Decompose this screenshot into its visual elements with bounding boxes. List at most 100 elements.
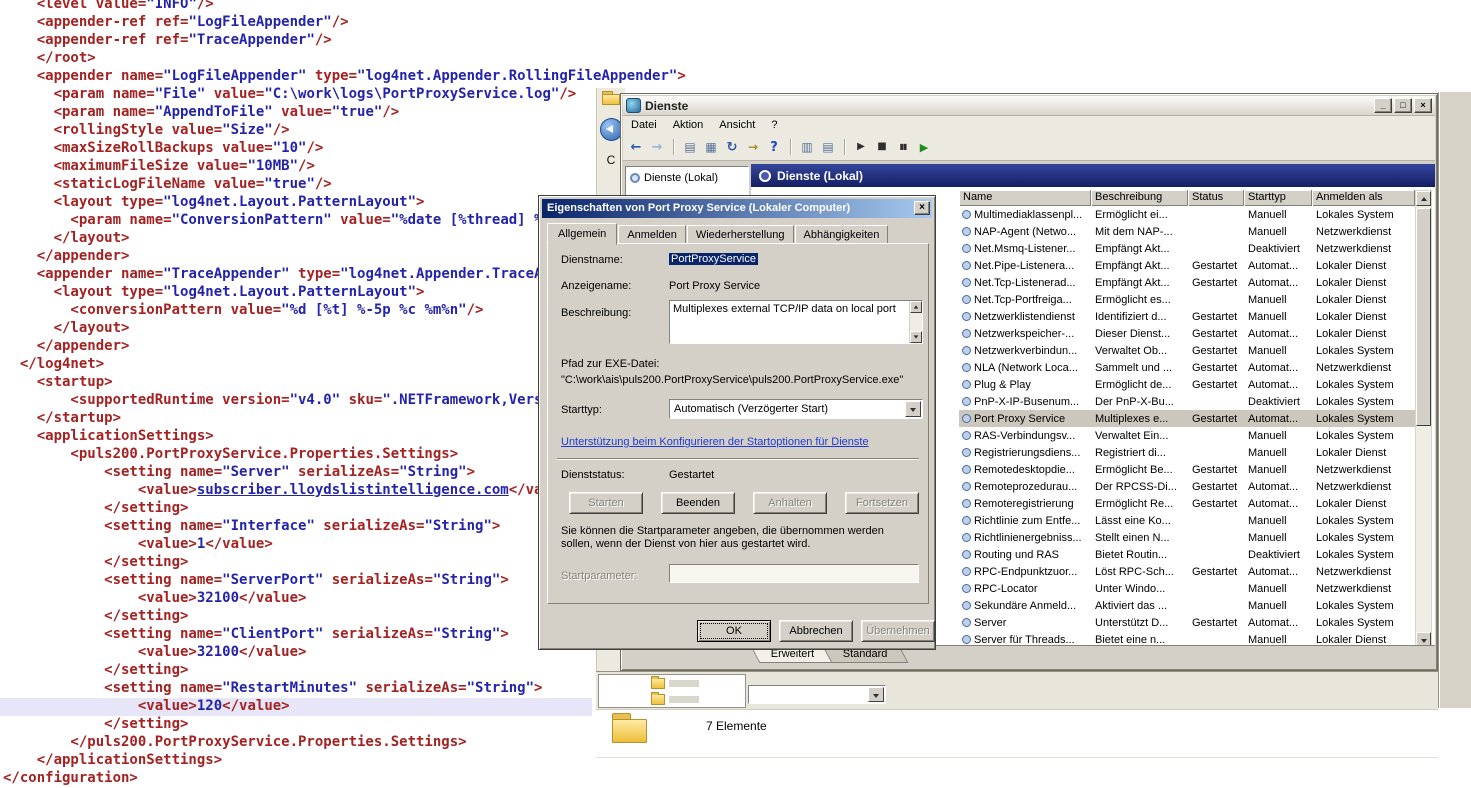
tree-node-services[interactable]: Dienste (Lokal) bbox=[630, 170, 744, 186]
dialog-tabstrip: AllgemeinAnmeldenWiederherstellungAbhäng… bbox=[547, 223, 889, 244]
service-row[interactable]: Net.Pipe-Listenera...Empfängt Akt...Gest… bbox=[959, 257, 1415, 274]
menu-item-ansicht[interactable]: Ansicht bbox=[711, 119, 763, 131]
dienstname-value[interactable]: PortProxyService bbox=[669, 253, 758, 265]
menu-item-datei[interactable]: Datei bbox=[623, 119, 665, 131]
service-button-anhalten[interactable]: Anhalten bbox=[753, 492, 827, 514]
export-list-icon[interactable]: → bbox=[746, 141, 760, 153]
service-row[interactable]: Netzwerkspeicher-...Dieser Dienst...Gest… bbox=[959, 325, 1415, 342]
service-button-starten[interactable]: Starten bbox=[569, 492, 643, 514]
dialog-tab-abhngigkeiten[interactable]: Abhängigkeiten bbox=[795, 225, 889, 244]
dialog-button-abbrechen[interactable]: Abbrechen bbox=[779, 620, 853, 642]
dropdown-button[interactable] bbox=[868, 687, 884, 702]
service-row[interactable]: Plug & PlayErmöglicht de...GestartetAuto… bbox=[959, 376, 1415, 393]
service-row[interactable]: Routing und RASBietet Routin...Deaktivie… bbox=[959, 546, 1415, 563]
restart-service-icon[interactable]: ▶ bbox=[917, 142, 931, 153]
scroll-up-button[interactable] bbox=[1416, 191, 1431, 206]
column-header-starttyp[interactable]: Starttyp bbox=[1244, 190, 1312, 206]
column-header-name[interactable]: Name bbox=[959, 190, 1091, 206]
forward-icon[interactable]: → bbox=[650, 141, 664, 154]
menu-item-?[interactable]: ? bbox=[763, 119, 785, 131]
service-row[interactable]: Sekundäre Anmeld...Aktiviert das ...Manu… bbox=[959, 597, 1415, 614]
starttyp-combobox[interactable]: Automatisch (Verzögerter Start) bbox=[669, 399, 923, 419]
scroll-down-button[interactable] bbox=[910, 331, 922, 343]
dialog-tab-allgemein[interactable]: Allgemein bbox=[547, 223, 617, 245]
service-icon bbox=[962, 550, 971, 559]
refresh-icon[interactable]: ↻ bbox=[725, 141, 739, 154]
scrollbar[interactable] bbox=[1415, 190, 1432, 648]
services-window-titlebar[interactable]: Dienste _□× bbox=[623, 96, 1435, 116]
service-row[interactable]: Remoteprozedurau...Der RPCSS-Di...Gestar… bbox=[959, 478, 1415, 495]
service-row[interactable]: NLA (Network Loca...Sammelt und ...Gesta… bbox=[959, 359, 1415, 376]
beschreibung-textarea[interactable]: Multiplexes external TCP/IP data on loca… bbox=[669, 300, 923, 344]
service-icon bbox=[962, 567, 971, 576]
code-line: <level value="INFO"/> bbox=[0, 0, 1471, 14]
help-icon[interactable]: ? bbox=[767, 141, 781, 154]
service-button-fortsetzen[interactable]: Fortsetzen bbox=[845, 492, 919, 514]
startparameter-input[interactable] bbox=[669, 564, 919, 583]
back-icon[interactable]: ← bbox=[629, 141, 643, 154]
anzeigename-value[interactable]: Port Proxy Service bbox=[669, 280, 760, 292]
service-row[interactable]: RAS-Verbindungsv...Verwaltet Ein...Manue… bbox=[959, 427, 1415, 444]
service-row[interactable]: Registrierungsdiens...Registriert di...M… bbox=[959, 444, 1415, 461]
list-view-icon[interactable]: ▥ bbox=[800, 141, 814, 153]
start-service-icon[interactable]: ▶ bbox=[854, 142, 868, 152]
service-icon bbox=[962, 414, 971, 423]
service-row[interactable]: Netzwerkverbindun...Verwaltet Ob...Gesta… bbox=[959, 342, 1415, 359]
service-row[interactable]: RemoteregistrierungErmöglicht Re...Gesta… bbox=[959, 495, 1415, 512]
service-row[interactable]: ServerUnterstützt D...GestartetAutomat..… bbox=[959, 614, 1415, 631]
service-row[interactable]: RPC-LocatorUnter Windo...ManuellNetzwerk… bbox=[959, 580, 1415, 597]
details-view-icon[interactable]: ▤ bbox=[821, 141, 835, 153]
pause-service-icon[interactable]: ▮▮ bbox=[896, 143, 910, 151]
scroll-thumb[interactable] bbox=[1416, 208, 1431, 426]
column-header-status[interactable]: Status bbox=[1188, 190, 1244, 206]
service-icon bbox=[962, 363, 971, 372]
service-row[interactable]: Richtlinienergebniss...Stellt einen N...… bbox=[959, 529, 1415, 546]
service-row[interactable]: Net.Msmq-Listener...Empfängt Akt...Deakt… bbox=[959, 240, 1415, 257]
explorer-status-area: 7 Elemente bbox=[596, 709, 1438, 758]
service-row[interactable]: Remotedesktopdie...Ermöglicht Be...Gesta… bbox=[959, 461, 1415, 478]
code-line: <appender-ref ref="LogFileAppender"/> bbox=[0, 14, 1471, 32]
service-row[interactable]: Port Proxy ServiceMultiplexes e...Gestar… bbox=[959, 410, 1415, 427]
service-row[interactable]: NetzwerklistendienstIdentifiziert d...Ge… bbox=[959, 308, 1415, 325]
filter-combobox[interactable] bbox=[748, 685, 886, 704]
folder-list-item[interactable] bbox=[599, 691, 745, 707]
service-row[interactable]: PnP-X-IP-Busenum...Der PnP-X-Bu...Deakti… bbox=[959, 393, 1415, 410]
code-line: <appender name="LogFileAppender" type="l… bbox=[0, 68, 1471, 86]
scroll-up-button[interactable] bbox=[910, 301, 922, 313]
menu-item-aktion[interactable]: Aktion bbox=[665, 119, 712, 131]
minimize-button[interactable]: _ bbox=[1374, 98, 1392, 113]
service-icon bbox=[962, 516, 971, 525]
maximize-button[interactable]: □ bbox=[1394, 98, 1412, 113]
dialog-button-ok[interactable]: OK bbox=[697, 620, 771, 642]
service-row[interactable]: Multimediaklassenpl...Ermöglicht ei...Ma… bbox=[959, 206, 1415, 223]
dialog-tab-anmelden[interactable]: Anmelden bbox=[618, 225, 686, 244]
code-line: </configuration> bbox=[0, 770, 1471, 788]
close-button[interactable]: × bbox=[1414, 98, 1432, 113]
service-row[interactable]: Net.Tcp-Listenerad...Empfängt Akt...Gest… bbox=[959, 274, 1415, 291]
service-row[interactable]: NAP-Agent (Netwo...Mit dem NAP-...Manuel… bbox=[959, 223, 1415, 240]
service-button-beenden[interactable]: Beenden bbox=[661, 492, 735, 514]
pfad-label: Pfad zur EXE-Datei: bbox=[561, 358, 659, 370]
dialog-button-bernehmen[interactable]: Übernehmen bbox=[861, 620, 935, 642]
folder-list[interactable] bbox=[598, 674, 746, 708]
textarea-scrollbar[interactable] bbox=[909, 301, 922, 343]
service-row[interactable]: Net.Tcp-Portfreiga...Ermöglicht es...Man… bbox=[959, 291, 1415, 308]
menu-bar: DateiAktionAnsicht? bbox=[623, 116, 1435, 135]
service-row[interactable]: Richtlinie zum Entfe...Lässt eine Ko...M… bbox=[959, 512, 1415, 529]
dialog-tab-wiederherstellung[interactable]: Wiederherstellung bbox=[687, 225, 794, 244]
startoptions-help-link[interactable]: Unterstützung beim Konfigurieren der Sta… bbox=[561, 436, 869, 448]
dialog-titlebar[interactable]: Eigenschaften von Port Proxy Service (Lo… bbox=[542, 199, 932, 218]
dropdown-button[interactable] bbox=[905, 401, 921, 417]
show-tree-icon[interactable]: ▤ bbox=[683, 141, 697, 153]
close-button[interactable]: × bbox=[914, 201, 930, 215]
service-icon bbox=[962, 618, 971, 627]
properties-icon[interactable]: ▦ bbox=[704, 141, 718, 153]
stop-service-icon[interactable]: ■ bbox=[875, 142, 889, 152]
column-header-beschreibung[interactable]: Beschreibung bbox=[1091, 190, 1188, 206]
folder-icon bbox=[612, 713, 648, 743]
service-row[interactable]: RPC-Endpunktzuor...Löst RPC-Sch...Gestar… bbox=[959, 563, 1415, 580]
column-header-anmeldenals[interactable]: Anmelden als bbox=[1312, 190, 1415, 206]
beschreibung-text: Multiplexes external TCP/IP data on loca… bbox=[673, 303, 908, 316]
folder-list-item[interactable] bbox=[599, 675, 745, 691]
dienstname-label: Dienstname: bbox=[561, 254, 623, 266]
